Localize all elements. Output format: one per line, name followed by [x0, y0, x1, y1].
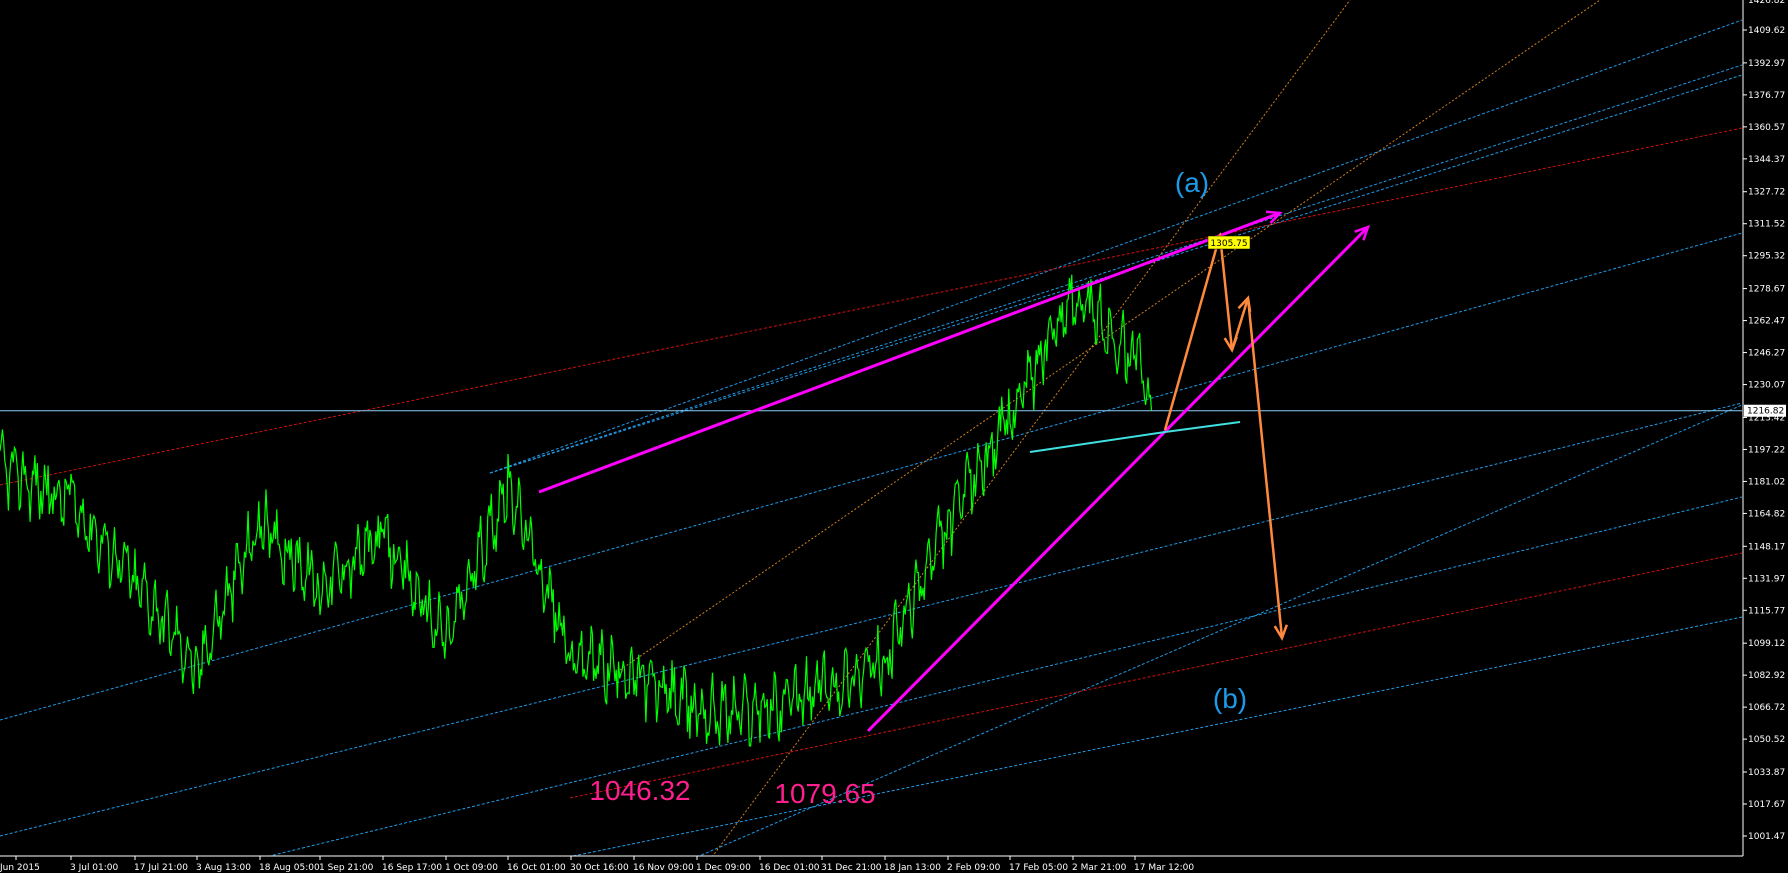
y-tick-label: 1082.92	[1748, 671, 1785, 681]
low-price-label: 1079.65	[774, 778, 875, 809]
x-tick-label: 16 Nov 09:00	[633, 863, 694, 873]
y-tick-label: 1033.87	[1748, 768, 1785, 778]
y-tick-label: 1311.52	[1748, 220, 1785, 230]
x-tick-label: 16 Oct 01:00	[507, 863, 566, 873]
x-tick-label: 17 Feb 05:00	[1009, 863, 1068, 873]
x-tick-label: Jun 2015	[0, 863, 40, 873]
x-tick-label: 16 Dec 01:00	[759, 863, 820, 873]
y-tick-label: 1181.02	[1748, 477, 1785, 487]
low-price-label: 1046.32	[589, 775, 690, 806]
x-tick-label: 17 Mar 12:00	[1134, 863, 1194, 873]
y-tick-label-top: 1426.82	[1748, 0, 1785, 6]
y-tick-label: 1392.97	[1748, 59, 1785, 69]
x-tick-label: 1 Oct 09:00	[445, 863, 498, 873]
y-tick-label: 1001.47	[1748, 832, 1785, 842]
y-tick-label: 1050.52	[1748, 735, 1785, 745]
y-tick-label: 1066.72	[1748, 703, 1785, 713]
y-tick-label: 1164.82	[1748, 509, 1785, 519]
x-tick-label: 1 Dec 09:00	[696, 863, 751, 873]
target-price-label: 1305.75	[1210, 239, 1247, 249]
price-chart[interactable]: (a) (b) 1046.32 1079.65 1305.75 1409.62 1392.…	[0, 0, 1788, 873]
chart-background	[0, 0, 1788, 873]
x-tick-label: 16 Sep 17:00	[382, 863, 442, 873]
y-tick-label: 1327.72	[1748, 188, 1785, 198]
y-tick-label: 1099.12	[1748, 639, 1785, 649]
x-tick-label: 18 Jan 13:00	[884, 863, 941, 873]
wave-label-a: (a)	[1175, 167, 1209, 198]
x-tick-label: 2 Mar 21:00	[1072, 863, 1127, 873]
y-tick-label: 1148.17	[1748, 542, 1785, 552]
x-tick-label: 2 Feb 09:00	[947, 863, 1001, 873]
y-tick-label: 1017.67	[1748, 800, 1785, 810]
x-tick-label: 17 Jul 21:00	[134, 863, 188, 873]
x-tick-label: 1 Sep 21:00	[319, 863, 374, 873]
y-tick-label: 1344.37	[1748, 155, 1785, 165]
y-tick-label: 1295.32	[1748, 252, 1785, 262]
y-tick-label: 1197.22	[1748, 445, 1785, 455]
y-tick-label: 1409.62	[1748, 26, 1785, 36]
y-tick-label: 1230.07	[1748, 381, 1785, 391]
y-tick-label: 1376.77	[1748, 91, 1785, 101]
x-tick-label: 3 Aug 13:00	[196, 863, 251, 873]
y-tick-label: 1278.67	[1748, 285, 1785, 295]
y-tick-label: 1246.27	[1748, 349, 1785, 359]
wave-label-b: (b)	[1213, 683, 1247, 714]
current-price-label: 1216.82	[1747, 407, 1784, 417]
y-tick-label: 1262.47	[1748, 317, 1785, 327]
x-tick-label: 3 Jul 01:00	[70, 863, 119, 873]
y-tick-label: 1115.77	[1748, 606, 1785, 616]
y-tick-label: 1131.97	[1748, 574, 1785, 584]
x-tick-label: 18 Aug 05:00	[259, 863, 320, 873]
y-tick-label: 1360.57	[1748, 123, 1785, 133]
x-tick-label: 31 Dec 21:00	[821, 863, 882, 873]
x-tick-label: 30 Oct 16:00	[570, 863, 629, 873]
